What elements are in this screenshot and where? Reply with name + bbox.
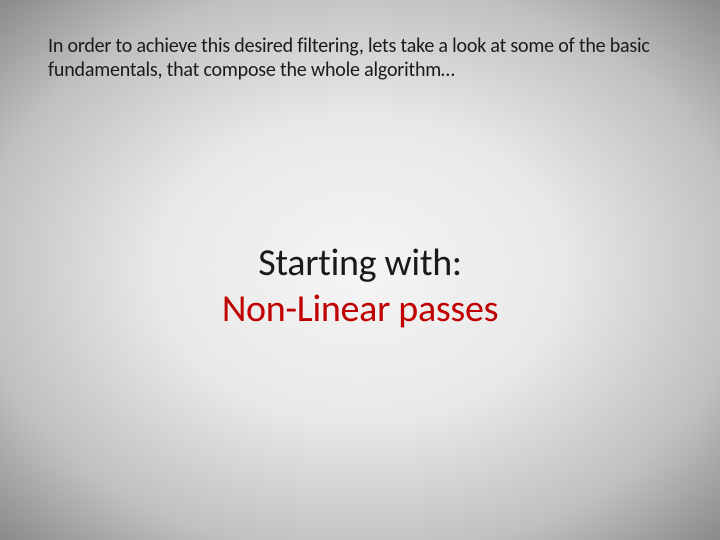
title-line-2: Non-Linear passes (0, 288, 720, 332)
title-block: Starting with: Non-Linear passes (0, 242, 720, 331)
intro-paragraph: In order to achieve this desired filteri… (48, 34, 660, 82)
title-line-1: Starting with: (0, 242, 720, 286)
